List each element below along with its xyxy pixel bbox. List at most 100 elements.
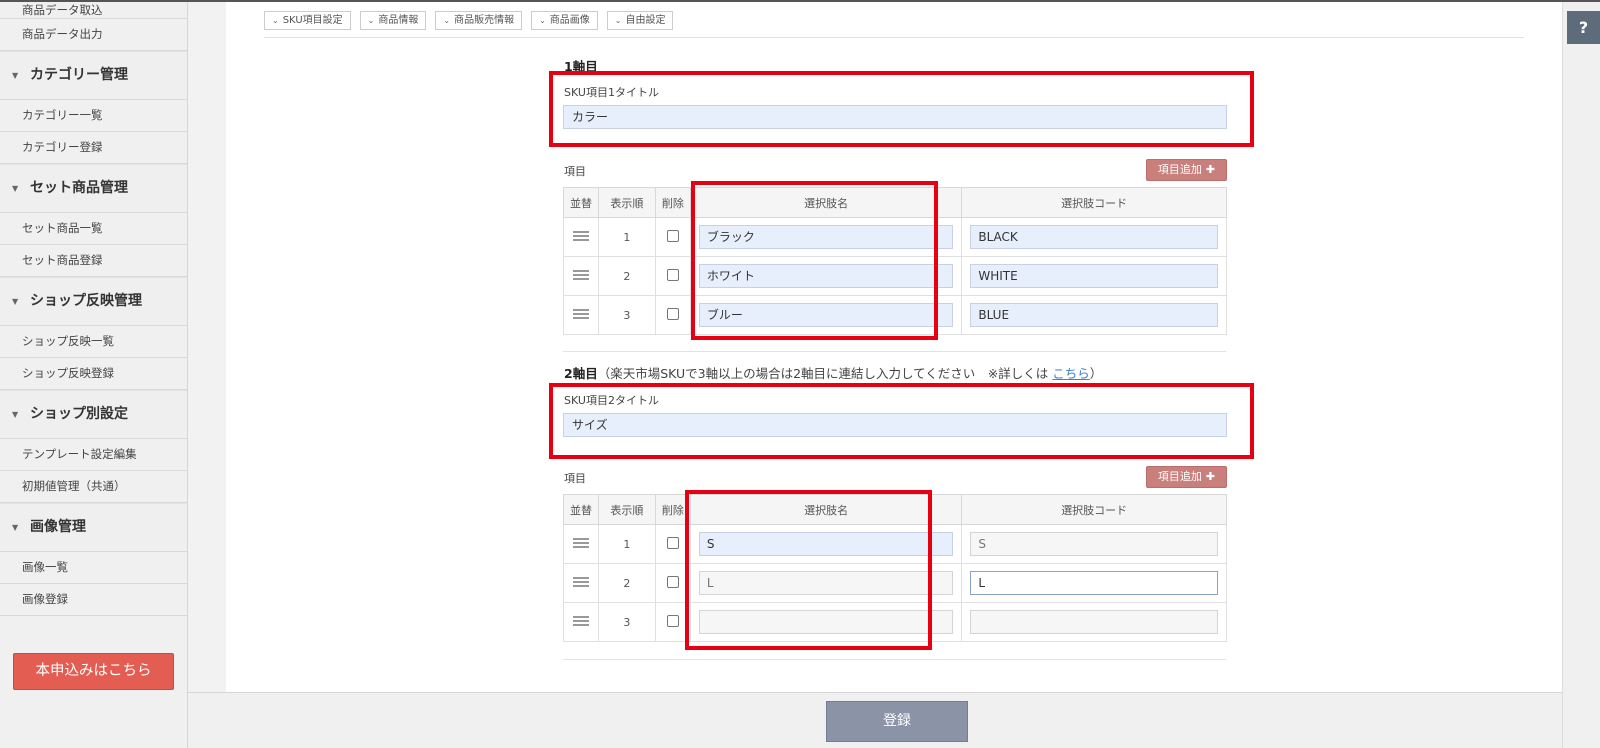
sidebar-item-default-values[interactable]: 初期値管理（共通） (0, 471, 187, 503)
delete-checkbox[interactable] (666, 268, 679, 281)
register-button[interactable]: 登録 (826, 701, 968, 742)
option-code-input[interactable] (970, 610, 1218, 634)
sidebar-section-set-product[interactable]: ▼ セット商品管理 (0, 164, 187, 213)
col-header: 表示順 (597, 494, 656, 525)
sidebar-item-image-list[interactable]: 画像一覧 (0, 552, 187, 584)
plus-icon: ✚ (1205, 163, 1216, 176)
option-code-input[interactable]: BLACK (970, 225, 1218, 249)
option-code-input[interactable]: WHITE (970, 264, 1218, 288)
sidebar-section-label: 画像管理 (30, 519, 86, 535)
caret-down-icon: ▼ (12, 523, 19, 532)
tab-free-settings[interactable]: ⌄ 自由設定 (606, 11, 674, 30)
sidebar-section-image[interactable]: ▼ 画像管理 (0, 503, 187, 552)
sidebar-item-category-register[interactable]: カテゴリー登録 (0, 132, 187, 164)
right-gutter (1562, 2, 1600, 748)
section-tabs: ⌄ SKU項目設定 ⌄ 商品情報 ⌄ 商品販売情報 ⌄ 商品画像 ⌄ 自由設定 (264, 11, 674, 30)
sidebar-item-shop-reflect-list[interactable]: ショップ反映一覧 (0, 326, 187, 358)
details-link[interactable]: こちら (1052, 366, 1090, 381)
chevron-down-icon: ⌄ (539, 16, 546, 25)
col-header: 表示順 (597, 187, 656, 218)
sidebar-item-set-product-register[interactable]: セット商品登録 (0, 245, 187, 277)
axis1-items-label: 項目 (564, 165, 586, 178)
highlight-box (685, 490, 932, 650)
row-order: 3 (597, 602, 656, 642)
tab-product-info[interactable]: ⌄ 商品情報 (359, 11, 427, 30)
drag-handle-icon[interactable] (572, 230, 589, 241)
sidebar-section-label: カテゴリー管理 (30, 67, 128, 83)
caret-down-icon: ▼ (12, 410, 19, 419)
option-code-input[interactable]: S (970, 532, 1218, 556)
drag-handle-icon[interactable] (572, 308, 589, 319)
col-header: 削除 (654, 187, 691, 218)
axis2-heading: 2軸目（楽天市場SKUで3軸以上の場合は2軸目に連結し入力してください ※詳しく… (564, 363, 1102, 382)
delete-checkbox[interactable] (666, 575, 679, 588)
delete-checkbox[interactable] (666, 229, 679, 242)
drag-handle-icon[interactable] (572, 615, 589, 626)
axis2-add-item-button[interactable]: 項目追加 ✚ (1146, 466, 1227, 488)
divider (563, 659, 1226, 660)
add-button-label: 項目追加 (1157, 163, 1202, 176)
add-button-label: 項目追加 (1157, 470, 1202, 483)
col-header: 並替 (563, 187, 599, 218)
col-header: 並替 (563, 494, 599, 525)
sidebar-section-shop-reflect[interactable]: ▼ ショップ反映管理 (0, 277, 187, 326)
tab-label: 商品画像 (549, 15, 590, 26)
caret-down-icon: ▼ (12, 184, 19, 193)
axis2-note: （楽天市場SKUで3軸以上の場合は2軸目に連結し入力してください ※詳しくは こ… (598, 366, 1103, 381)
delete-checkbox[interactable] (666, 536, 679, 549)
sidebar-item-image-register[interactable]: 画像登録 (0, 584, 187, 616)
sidebar-section-label: セット商品管理 (30, 180, 128, 196)
tab-product-images[interactable]: ⌄ 商品画像 (531, 11, 598, 30)
highlight-box (549, 383, 1254, 459)
row-order: 3 (597, 295, 656, 335)
divider (563, 351, 1226, 352)
delete-checkbox[interactable] (666, 614, 679, 627)
tab-label: 商品販売情報 (454, 15, 515, 26)
axis2-items-label: 項目 (564, 472, 586, 485)
chevron-down-icon: ⌄ (367, 16, 375, 25)
sidebar-item-category-list[interactable]: カテゴリー一覧 (0, 100, 187, 132)
sidebar-item-product-import[interactable]: 商品データ取込 (0, 2, 187, 19)
sidebar-item-shop-reflect-register[interactable]: ショップ反映登録 (0, 358, 187, 390)
row-order: 1 (597, 217, 656, 257)
axis2-note-suffix: ） (1089, 366, 1103, 381)
sidebar-section-label: ショップ反映管理 (30, 293, 142, 309)
divider (264, 37, 1524, 38)
sidebar-section-shop-settings[interactable]: ▼ ショップ別設定 (0, 390, 187, 439)
row-order: 2 (597, 563, 656, 603)
chevron-down-icon: ⌄ (614, 16, 622, 25)
option-code-input[interactable]: BLUE (970, 303, 1218, 327)
help-button[interactable]: ? (1567, 11, 1600, 44)
axis2-heading-text: 2軸目 (564, 366, 598, 381)
row-order: 2 (597, 256, 656, 296)
sidebar-item-template-edit[interactable]: テンプレート設定編集 (0, 439, 187, 471)
caret-down-icon: ▼ (12, 297, 19, 306)
drag-handle-icon[interactable] (572, 537, 589, 548)
col-header: 選択肢コード (961, 187, 1227, 218)
row-order: 1 (597, 524, 656, 564)
drag-handle-icon[interactable] (572, 576, 589, 587)
chevron-down-icon: ⌄ (443, 16, 451, 25)
caret-down-icon: ▼ (12, 71, 19, 80)
highlight-box (549, 71, 1254, 147)
option-code-input[interactable]: L (970, 571, 1218, 595)
tab-sku-settings[interactable]: ⌄ SKU項目設定 (264, 11, 351, 30)
plus-icon: ✚ (1205, 470, 1216, 483)
sidebar: 商品データ取込 商品データ出力 ▼ カテゴリー管理 カテゴリー一覧 カテゴリー登録… (0, 2, 188, 748)
axis1-add-item-button[interactable]: 項目追加 ✚ (1146, 159, 1227, 181)
drag-handle-icon[interactable] (572, 269, 589, 280)
tab-label: 商品情報 (378, 15, 419, 26)
tab-label: SKU項目設定 (282, 15, 343, 26)
axis2-note-text: （楽天市場SKUで3軸以上の場合は2軸目に連結し入力してください ※詳しくは (597, 366, 1053, 381)
sidebar-section-label: ショップ別設定 (30, 406, 128, 422)
highlight-box (691, 181, 938, 340)
tab-sales-info[interactable]: ⌄ 商品販売情報 (435, 11, 523, 30)
sidebar-item-set-product-list[interactable]: セット商品一覧 (0, 213, 187, 245)
col-header: 選択肢コード (961, 494, 1227, 525)
tab-label: 自由設定 (625, 15, 666, 26)
sidebar-section-category[interactable]: ▼ カテゴリー管理 (0, 51, 187, 100)
delete-checkbox[interactable] (666, 307, 679, 320)
apply-button[interactable]: 本申込みはこちら (13, 653, 174, 690)
chevron-down-icon: ⌄ (272, 16, 279, 25)
sidebar-item-product-export[interactable]: 商品データ出力 (0, 19, 187, 51)
